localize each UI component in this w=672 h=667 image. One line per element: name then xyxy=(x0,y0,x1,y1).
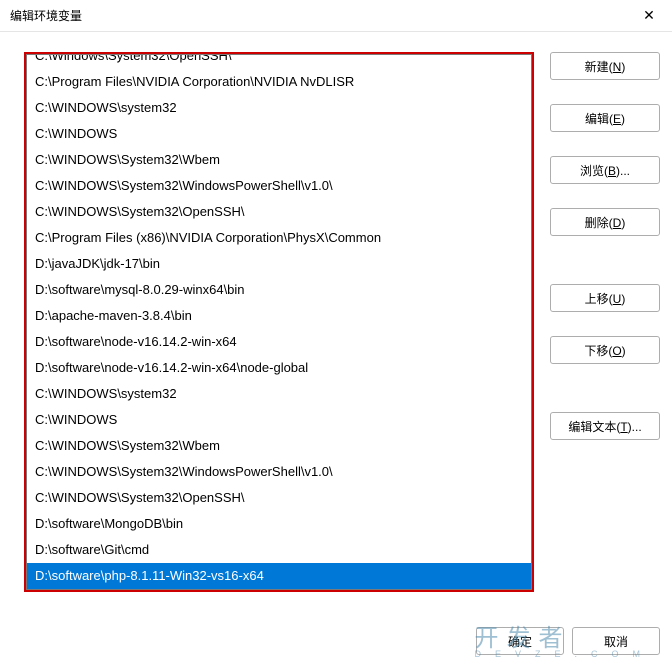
path-list-item[interactable]: D:\software\MongoDB\bin xyxy=(27,511,531,537)
path-list-item[interactable]: C:\WINDOWS xyxy=(27,121,531,147)
path-list-item[interactable]: D:\apache-maven-3.8.4\bin xyxy=(27,303,531,329)
dialog-content: C:\Windows\System32\OpenSSH\C:\Program F… xyxy=(0,32,672,617)
path-list-item[interactable]: C:\WINDOWS\System32\Wbem xyxy=(27,433,531,459)
path-list-item[interactable]: C:\WINDOWS\System32\WindowsPowerShell\v1… xyxy=(27,459,531,485)
button-column: 新建(N) 编辑(E) 浏览(B)... 删除(D) 上移(U) 下移(O) 编… xyxy=(550,52,660,605)
move-up-button[interactable]: 上移(U) xyxy=(550,284,660,312)
path-list-item[interactable]: D:\software\Git\cmd xyxy=(27,537,531,563)
path-list-item[interactable]: D:\software\mysql-8.0.29-winx64\bin xyxy=(27,277,531,303)
path-list-item[interactable]: D:\software\php-8.1.11-Win32-vs16-x64 xyxy=(27,563,531,589)
path-list-item[interactable]: C:\Program Files\NVIDIA Corporation\NVID… xyxy=(27,69,531,95)
ok-button[interactable]: 确定 xyxy=(476,627,564,655)
path-list-item[interactable]: D:\software\node-v16.14.2-win-x64 xyxy=(27,329,531,355)
edit-text-button[interactable]: 编辑文本(T)... xyxy=(550,412,660,440)
path-list-item[interactable]: C:\WINDOWS\System32\Wbem xyxy=(27,147,531,173)
path-list[interactable]: C:\Windows\System32\OpenSSH\C:\Program F… xyxy=(26,54,532,590)
path-list-item[interactable]: C:\Program Files (x86)\NVIDIA Corporatio… xyxy=(27,225,531,251)
path-list-item[interactable]: C:\WINDOWS\system32 xyxy=(27,381,531,407)
edit-button[interactable]: 编辑(E) xyxy=(550,104,660,132)
move-down-button[interactable]: 下移(O) xyxy=(550,336,660,364)
path-list-item[interactable]: C:\WINDOWS\system32 xyxy=(27,95,531,121)
browse-button[interactable]: 浏览(B)... xyxy=(550,156,660,184)
path-list-item[interactable]: C:\WINDOWS xyxy=(27,407,531,433)
highlight-box: C:\Windows\System32\OpenSSH\C:\Program F… xyxy=(24,52,534,592)
close-button[interactable]: ✕ xyxy=(626,0,672,32)
close-icon: ✕ xyxy=(643,7,655,24)
titlebar: 编辑环境变量 ✕ xyxy=(0,0,672,32)
delete-button[interactable]: 删除(D) xyxy=(550,208,660,236)
path-list-item[interactable]: D:\software\node-v16.14.2-win-x64\node-g… xyxy=(27,355,531,381)
dialog-footer: 确定 取消 xyxy=(476,627,660,655)
path-list-item[interactable]: C:\WINDOWS\System32\OpenSSH\ xyxy=(27,485,531,511)
path-list-item[interactable]: D:\javaJDK\jdk-17\bin xyxy=(27,251,531,277)
path-list-item[interactable]: C:\WINDOWS\System32\WindowsPowerShell\v1… xyxy=(27,173,531,199)
path-list-item[interactable]: C:\Windows\System32\OpenSSH\ xyxy=(27,54,531,69)
window-title: 编辑环境变量 xyxy=(10,7,82,24)
new-button[interactable]: 新建(N) xyxy=(550,52,660,80)
path-list-item[interactable]: C:\WINDOWS\System32\OpenSSH\ xyxy=(27,199,531,225)
cancel-button[interactable]: 取消 xyxy=(572,627,660,655)
